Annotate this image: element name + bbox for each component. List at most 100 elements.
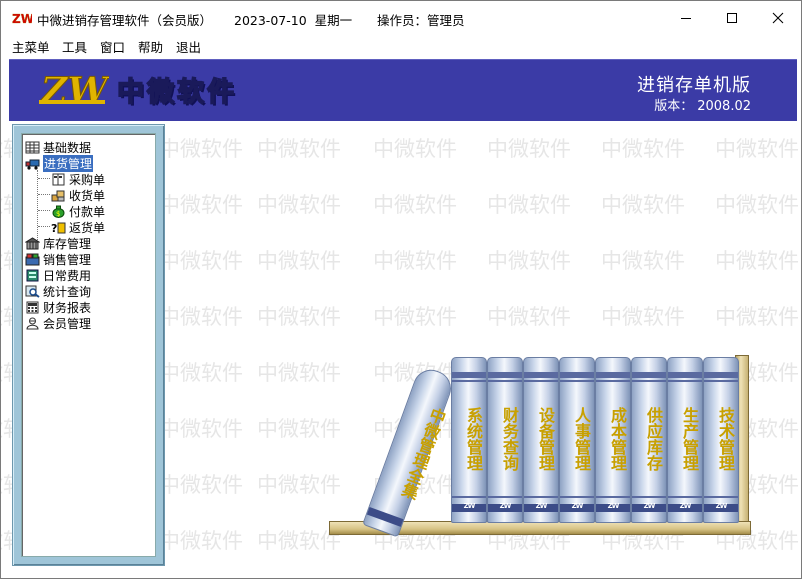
nav-item-label: 付款单: [69, 204, 106, 219]
minimize-button[interactable]: [663, 1, 709, 35]
watermark-text: 中微软件: [159, 417, 243, 441]
nav-item-purchase-order[interactable]: 采购单: [51, 171, 105, 187]
company-logo-icon: ZW: [39, 70, 109, 110]
book-band: [704, 372, 738, 378]
book-band: [560, 496, 594, 498]
watermark-text: 中微软件: [159, 249, 243, 273]
nav-item-financial-reports[interactable]: 财务报表: [25, 299, 91, 315]
watermark-text: 中微软件: [715, 137, 799, 161]
header-banner: ZW 中微软件 进销存单机版 版本： 2008.02: [9, 59, 797, 122]
watermark-text: 中微软件: [159, 361, 243, 385]
book-band: [452, 372, 486, 378]
book-band: [668, 496, 702, 498]
book-spine: 系统管理 ZW: [451, 357, 487, 523]
window-title: 中微进销存管理软件（会员版）: [37, 13, 213, 28]
nav-item-payment[interactable]: $ 付款单: [51, 203, 105, 219]
boxes-icon: [51, 189, 66, 202]
nav-item-receipt[interactable]: 收货单: [51, 187, 105, 203]
weekday-value: 星期一: [314, 13, 353, 28]
return-icon: ?: [51, 221, 66, 235]
book-logo: ZW: [607, 502, 620, 510]
book-spine: 生产管理 ZW: [667, 357, 703, 523]
nav-item-sales[interactable]: 销售管理: [25, 251, 91, 267]
calculator-icon: [25, 301, 40, 314]
watermark-text: 中微软件: [373, 193, 457, 217]
nav-item-purchasing[interactable]: 进货管理: [25, 154, 94, 172]
version-info: 版本： 2008.02: [654, 95, 751, 114]
book-band: [632, 496, 666, 498]
maximize-button[interactable]: [709, 1, 755, 35]
menu-main[interactable]: 主菜单: [12, 37, 50, 56]
book-band: [560, 380, 594, 382]
watermark-text: 中微软件: [487, 305, 571, 329]
book-band: [452, 380, 486, 382]
nav-item-members[interactable]: 会员管理: [25, 315, 91, 331]
watermark-text: 中微软件: [159, 193, 243, 217]
book-title: 生产管理: [680, 407, 699, 471]
nav-item-label: 统计查询: [43, 284, 92, 299]
watermark-text: 中微软件: [373, 137, 457, 161]
nav-item-label: 返货单: [69, 220, 106, 235]
book-title: 设备管理: [536, 407, 555, 471]
book-band: [488, 496, 522, 498]
book-band: [596, 380, 630, 382]
close-button[interactable]: [755, 1, 801, 35]
book-spine: 供应库存 ZW: [631, 357, 667, 523]
book-title: 技术管理: [716, 407, 735, 471]
app-logo-icon: ZW: [12, 12, 32, 24]
title-date: 2023-07-10 星期一: [234, 10, 352, 29]
nav-item-label: 财务报表: [43, 300, 92, 315]
book-band: [668, 380, 702, 382]
nav-item-label: 库存管理: [43, 236, 92, 251]
member-icon: [25, 317, 40, 330]
nav-item-inventory[interactable]: 库存管理: [24, 235, 92, 251]
nav-item-label: 采购单: [69, 172, 106, 187]
book-band: [488, 380, 522, 382]
book-logo: ZW: [679, 502, 692, 510]
book-band: [704, 380, 738, 382]
watermark-text: 中微软件: [159, 137, 243, 161]
brand-name: 中微软件: [116, 76, 237, 109]
warehouse-icon: [24, 236, 41, 250]
watermark-text: 中微软件: [159, 473, 243, 497]
book-spine: 设备管理 ZW: [523, 357, 559, 523]
nav-item-label: 销售管理: [43, 252, 92, 267]
menu-bar: 主菜单 工具 窗口 帮助 退出: [1, 35, 801, 56]
book-spine: 人事管理 ZW: [559, 357, 595, 523]
menu-window[interactable]: 窗口: [100, 37, 125, 56]
book-spine: 成本管理 ZW: [595, 357, 631, 523]
watermark-text: 中微软件: [257, 305, 341, 329]
book-band: [668, 372, 702, 378]
book-band: [524, 496, 558, 498]
book-logo: ZW: [643, 502, 656, 510]
book-band: [524, 380, 558, 382]
close-icon: [772, 12, 784, 24]
menu-help[interactable]: 帮助: [138, 37, 163, 56]
book-title: 系统管理: [464, 407, 483, 471]
book-band: [488, 372, 522, 378]
nav-item-statistics[interactable]: 统计查询: [25, 283, 91, 299]
ledger-icon: [25, 269, 40, 282]
watermark-text: 中微软件: [487, 193, 571, 217]
watermark-text: 中微软件: [159, 305, 243, 329]
nav-item-label: 日常费用: [43, 268, 92, 283]
menu-tools[interactable]: 工具: [62, 37, 87, 56]
watermark-text: 中微软件: [715, 193, 799, 217]
menu-exit[interactable]: 退出: [176, 37, 201, 56]
watermark-text: 中微软件: [257, 137, 341, 161]
book-band: [524, 372, 558, 378]
book-spine: 技术管理 ZW: [703, 357, 739, 523]
nav-item-return[interactable]: ? 返货单: [51, 219, 105, 235]
watermark-text: 中微软件: [257, 249, 341, 273]
watermark-text: 中微软件: [601, 305, 685, 329]
book-title: 财务查询: [500, 407, 519, 471]
nav-item-daily-expenses[interactable]: 日常费用: [25, 267, 91, 283]
nav-item-basic-data[interactable]: 基础数据: [25, 139, 91, 155]
book-band: [596, 496, 630, 498]
title-bar: ZW 中微进销存管理软件（会员版） 2023-07-10 星期一 操作员：管理员: [1, 1, 801, 35]
book-spine: 财务查询 ZW: [487, 357, 523, 523]
book-band: [452, 496, 486, 498]
nav-item-label: 基础数据: [43, 140, 92, 155]
book-band: [704, 496, 738, 498]
book-band: [596, 372, 630, 378]
